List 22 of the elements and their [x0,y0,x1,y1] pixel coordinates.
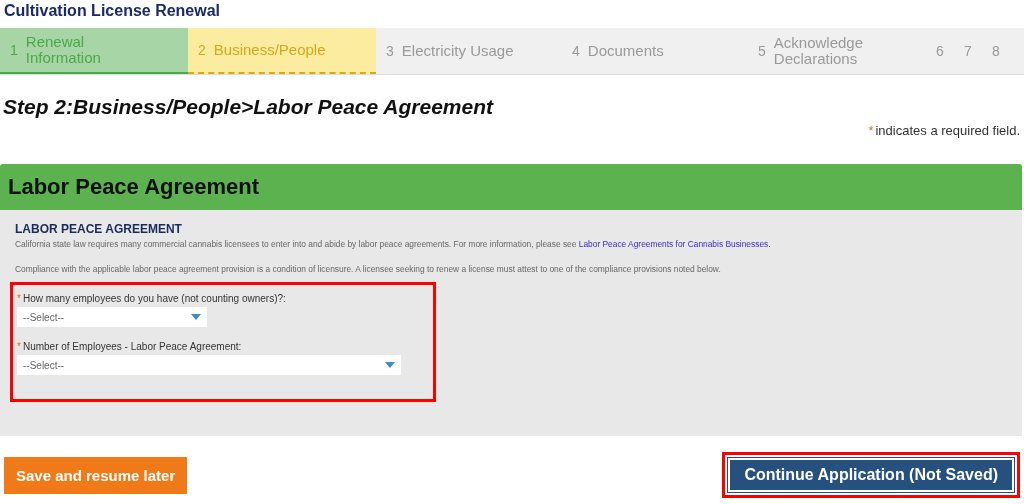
step-tab[interactable]: 6 [926,28,954,74]
required-note: *indicates a required field. [867,122,1021,138]
step-tab[interactable]: 4 Documents [562,28,748,74]
step-tab[interactable]: 7 [954,28,982,74]
section-subtitle: LABOR PEACE AGREEMENT [15,222,183,236]
caret-icon [385,362,395,368]
info-link[interactable]: Labor Peace Agreements for Cannabis Businesses. [578,239,771,249]
field-label: * Number of Employees - Labor Peace Agreement: [17,341,243,352]
caret-icon [191,314,201,320]
save-button[interactable]: Save and resume later [4,456,188,494]
step-tab[interactable]: 8 [982,28,1010,74]
select-dropdown[interactable]: --Select-- [17,355,401,375]
continue-button[interactable]: Continue Application (Not Saved) [728,458,1014,492]
intro-paragraph: California state law requires many commercial cannabis licensees to enter into and abide by labor peace agreements. For more information, please see Labor Peace Agreements for Cannabis Businesses. [15,239,772,249]
page-title: Cultivation License Renewal [3,1,222,21]
field-label: * How many employees do you have (not counting owners)?: [17,293,287,304]
step-tab[interactable]: 3 Electricity Usage [376,28,562,74]
select-dropdown[interactable]: --Select-- [17,307,207,327]
section-header: Labor Peace Agreement [0,164,1022,210]
compliance-note: Compliance with the applicable labor peace agreement provision is a condition of licensure. A licensee seeking to renew a license must attest to one of the compliance provisions noted below. [15,264,722,274]
step-tab[interactable]: 2 Business/People [188,28,376,74]
step-heading: Step 2:Business/People>Labor Peace Agreement [2,94,495,119]
